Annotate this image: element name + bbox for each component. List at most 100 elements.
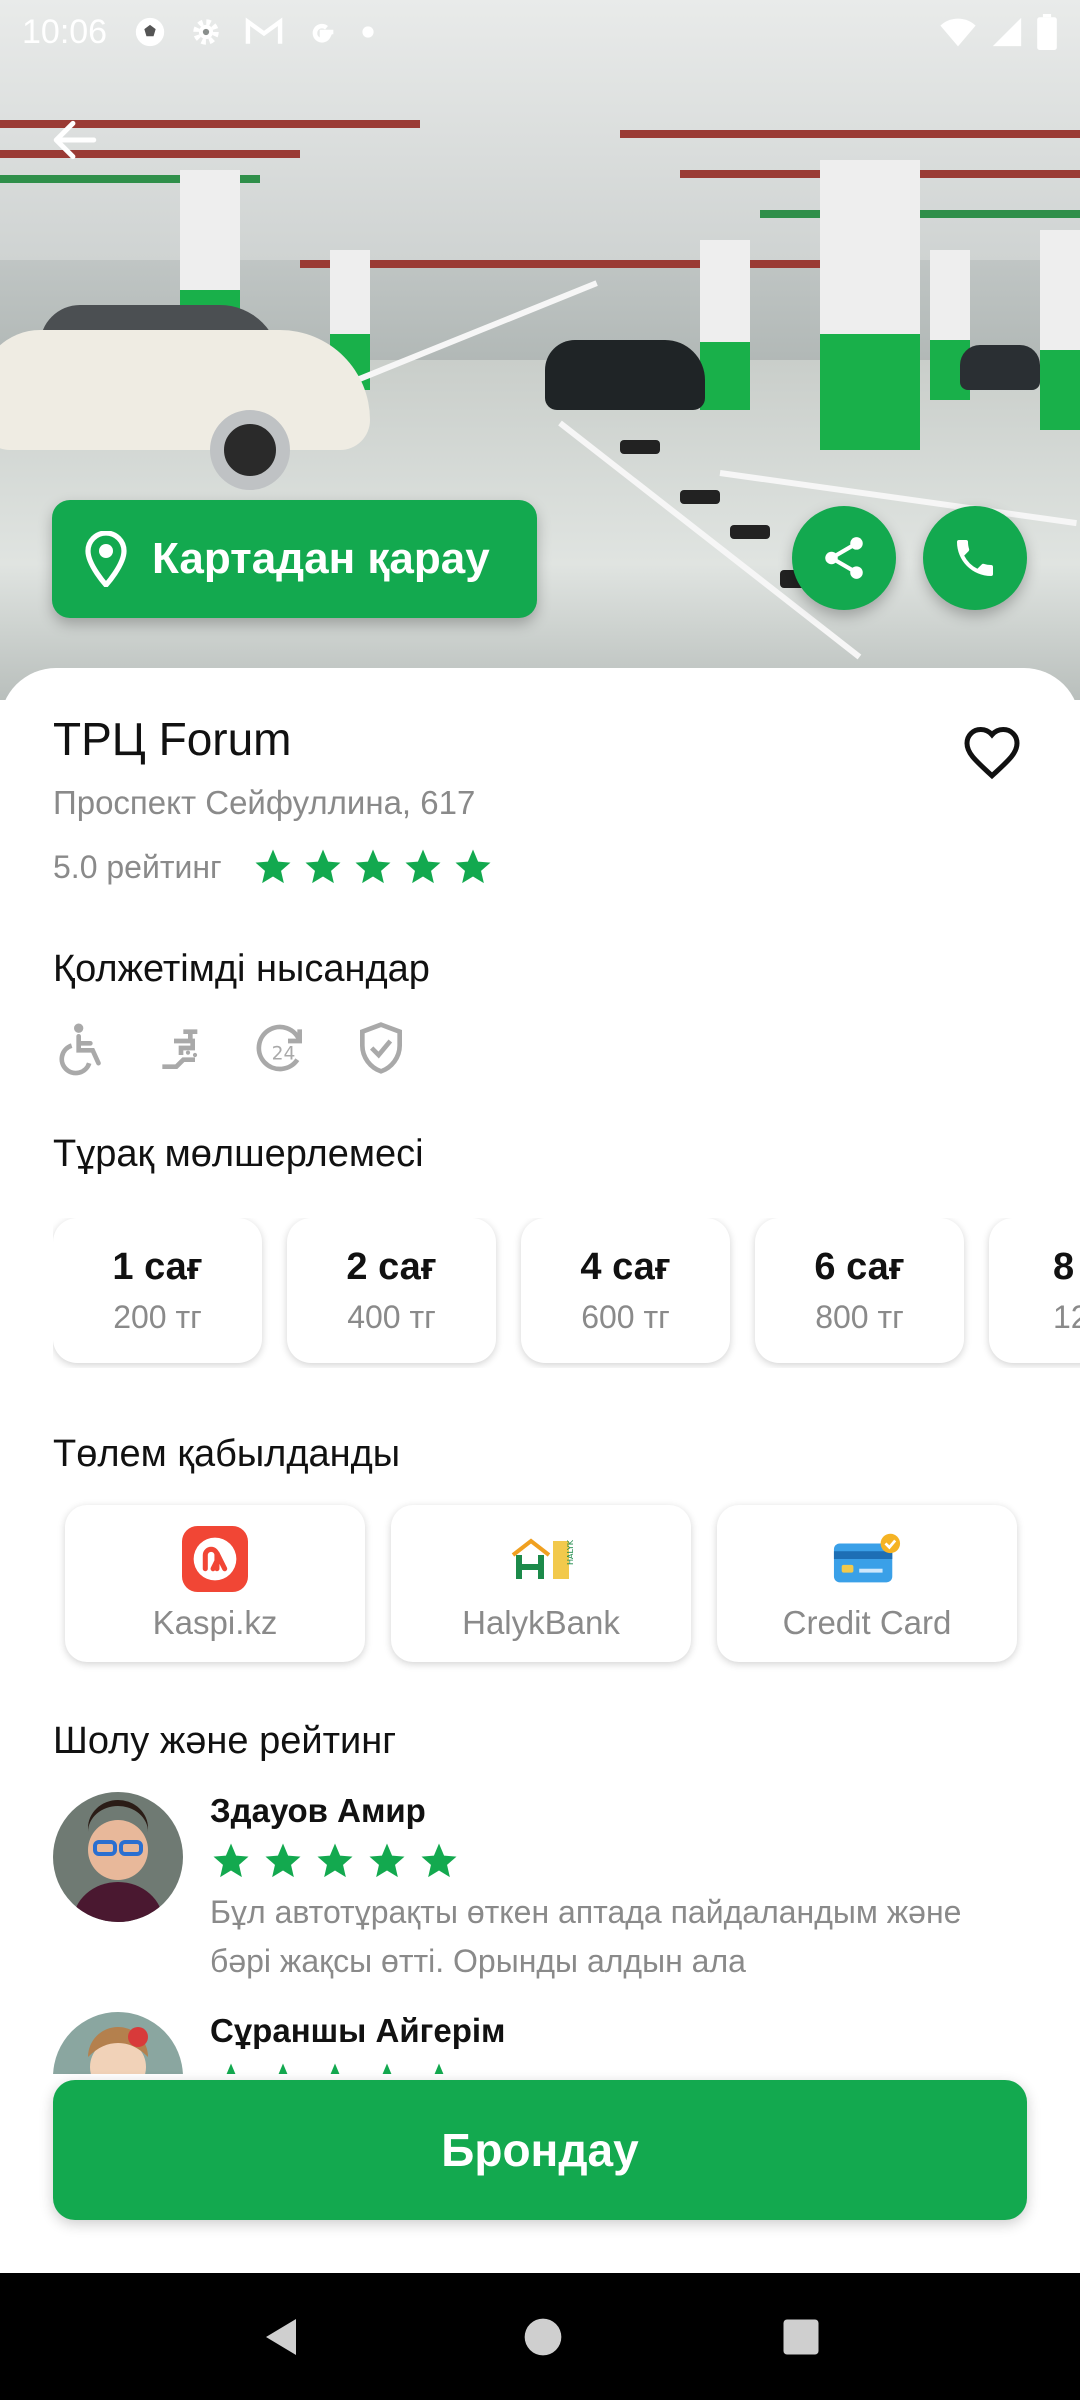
arrow-left-icon	[53, 120, 97, 160]
rate-hours: 2 сағ	[346, 1245, 437, 1288]
star-icon	[355, 849, 391, 884]
star-icon	[405, 849, 441, 884]
star-icon	[305, 849, 341, 884]
call-button[interactable]	[923, 506, 1027, 610]
payment-card-kaspi[interactable]: Kaspi.kz	[65, 1505, 365, 1662]
notification-icons	[133, 15, 375, 49]
status-bar: 10:06	[0, 0, 1080, 64]
rate-price: 12	[1053, 1298, 1080, 1335]
review-item: Сұраншы Айгерім	[53, 2012, 505, 2074]
location-pin-icon	[85, 531, 127, 587]
payments-list: Kaspi.kz HALYK HalykBank Credit Card	[65, 1505, 1017, 1662]
star-icon	[278, 2063, 288, 2074]
pipe	[620, 130, 1080, 138]
gear-icon	[193, 19, 219, 45]
payment-card-credit[interactable]: Credit Card	[717, 1505, 1017, 1662]
review-item: Здауов Амир Бұл автотұрақты өткен аптада…	[53, 1792, 1010, 1986]
star-icon	[382, 2063, 392, 2074]
review-stars	[210, 2060, 505, 2074]
star-icon	[434, 2063, 444, 2074]
star-icon	[265, 1843, 301, 1878]
book-button[interactable]: Брондау	[53, 2080, 1027, 2220]
battery-icon	[1037, 14, 1057, 50]
credit-card-icon	[832, 1526, 902, 1592]
system-nav-bar	[0, 2273, 1080, 2400]
star-icon	[369, 1843, 405, 1878]
wheelchair-icon	[59, 1023, 101, 1076]
payment-name: HalykBank	[462, 1603, 620, 1641]
dark-car	[960, 345, 1040, 390]
rate-card[interactable]: 8 12	[989, 1218, 1080, 1363]
wheel-stop	[620, 440, 660, 454]
rate-price: 200 тг	[113, 1298, 202, 1335]
rating-text: 5.0 рейтинг	[53, 848, 222, 885]
kaspi-logo-icon	[180, 1525, 250, 1592]
payment-name: Credit Card	[782, 1603, 952, 1641]
google-icon	[312, 23, 334, 43]
security-shield-icon	[360, 1022, 402, 1074]
rate-price: 800 тг	[815, 1298, 904, 1335]
dark-car	[545, 340, 705, 410]
pillar	[700, 240, 750, 410]
24-hours-icon: 24	[256, 1024, 302, 1072]
system-icons	[938, 14, 1058, 50]
rate-card[interactable]: 6 сағ 800 тг	[755, 1218, 964, 1363]
share-button[interactable]	[792, 506, 896, 610]
status-time: 10:06	[22, 12, 108, 51]
rate-card[interactable]: 2 сағ 400 тг	[287, 1218, 496, 1363]
star-icon	[330, 2063, 340, 2074]
star-icon	[213, 1843, 249, 1878]
rate-card[interactable]: 1 сағ 200 тг	[53, 1218, 262, 1363]
star-icon	[226, 2063, 236, 2074]
rates-list[interactable]: 1 сағ 200 тг 2 сағ 400 тг 4 сағ 600 тг 6…	[53, 1218, 1080, 1368]
review-text: Бұл автотұрақты өткен аптада пайдаландым…	[210, 1894, 962, 1979]
svg-text:24: 24	[272, 1044, 296, 1065]
white-car	[0, 290, 380, 490]
recents-nav-icon[interactable]	[780, 2316, 822, 2358]
amenities-title: Қолжетімді нысандар	[53, 948, 430, 990]
star-icon	[455, 849, 491, 884]
wheel-stop	[730, 525, 770, 539]
review-stars	[210, 1840, 1010, 1882]
reviewer-name: Здауов Амир	[210, 1792, 426, 1829]
payment-name: Kaspi.kz	[152, 1603, 278, 1641]
back-button[interactable]	[40, 105, 110, 175]
reviewer-name: Сұраншы Айгерім	[210, 2012, 506, 2049]
signal-icon	[992, 17, 1022, 47]
rate-hours: 4 сағ	[580, 1245, 671, 1288]
dot-icon	[362, 26, 374, 38]
back-nav-icon[interactable]	[258, 2313, 306, 2361]
pillar	[820, 160, 920, 450]
favorite-button[interactable]	[962, 724, 1028, 784]
star-icon	[317, 1843, 353, 1878]
heart-icon	[964, 726, 1020, 780]
pillar	[1040, 230, 1080, 430]
payment-card-halyk[interactable]: HALYK HalykBank	[391, 1505, 691, 1662]
gmail-icon	[245, 17, 283, 44]
amenities-list: 24	[53, 1020, 409, 1076]
view-on-map-label: Картадан қарау	[152, 534, 490, 583]
parking-name: ТРЦ Forum	[53, 713, 292, 765]
rate-price: 400 тг	[347, 1298, 436, 1335]
home-nav-icon[interactable]	[521, 2315, 565, 2359]
rate-card[interactable]: 4 сағ 600 тг	[521, 1218, 730, 1363]
star-icon	[255, 849, 291, 884]
wifi-icon	[940, 18, 976, 47]
rating-row: 5.0 рейтинг	[53, 846, 494, 888]
pipe	[760, 210, 1080, 218]
reviews-title: Шолу және рейтинг	[53, 1720, 397, 1762]
car-wash-icon	[162, 1029, 198, 1069]
wheel-stop	[680, 490, 720, 504]
avatar	[53, 1792, 183, 1922]
view-on-map-button[interactable]: Картадан қарау	[52, 500, 537, 618]
phone-icon	[957, 540, 993, 576]
soccer-ball-icon	[135, 17, 165, 47]
rate-hours: 1 сағ	[112, 1245, 203, 1288]
svg-text:HALYK: HALYK	[566, 1539, 573, 1565]
rate-hours: 6 сағ	[814, 1245, 905, 1288]
rate-price: 600 тг	[581, 1298, 670, 1335]
halyk-logo-icon: HALYK	[506, 1526, 576, 1592]
share-icon	[825, 537, 863, 579]
rating-stars	[252, 846, 494, 888]
payments-title: Төлем қабылданды	[53, 1433, 401, 1475]
